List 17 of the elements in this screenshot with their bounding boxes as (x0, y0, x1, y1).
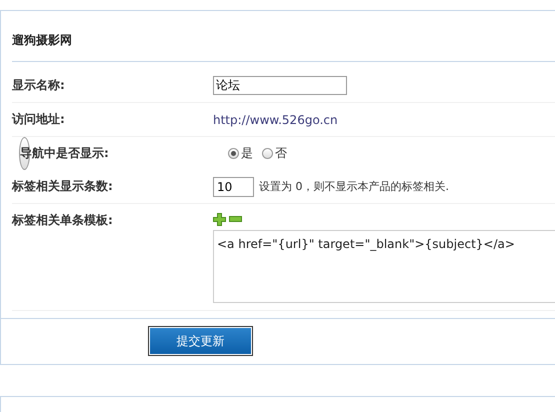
hint-text: 设置为 0，则不显示本产品的标签相关. (259, 179, 449, 194)
radio-label: 是 (241, 145, 253, 162)
number-field[interactable]: 10 (213, 176, 254, 196)
plus-icon[interactable] (213, 212, 226, 226)
radio-label: 否 (275, 145, 287, 162)
submit-button[interactable]: 提交更新 (148, 326, 253, 356)
template-field[interactable]: <a href="{url}" target="_blank">{subject}</a> (213, 230, 555, 303)
radio-button[interactable] (228, 148, 239, 159)
panel-title: 遛狗摄影网 (12, 33, 72, 47)
url-link[interactable]: http://www.526go.cn (213, 112, 338, 126)
field-label: 标签相关单条模板: (12, 212, 114, 229)
radio-button[interactable] (262, 148, 273, 159)
field-label: 导航中是否显示: (20, 145, 110, 162)
text-field[interactable]: 论坛 (213, 76, 347, 95)
field-label: 显示名称: (12, 77, 66, 94)
field-label: 访问地址: (12, 111, 66, 128)
field-label: 标签相关显示条数: (12, 178, 114, 195)
